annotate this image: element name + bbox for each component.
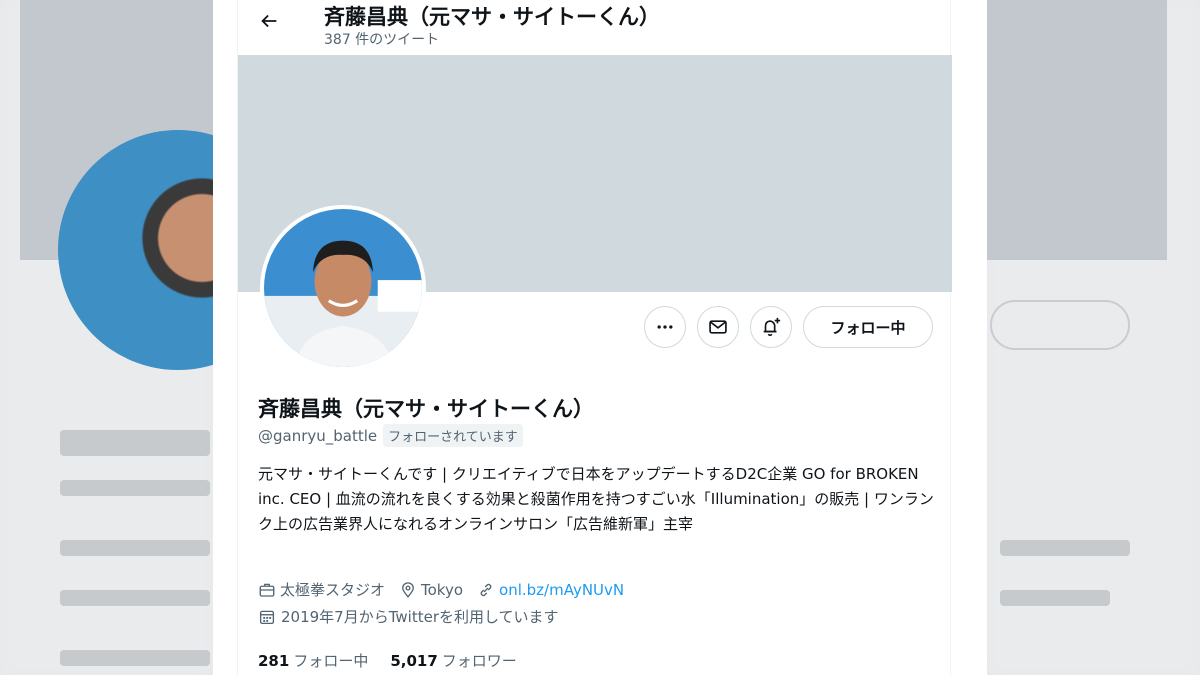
avatar[interactable] (260, 205, 426, 371)
profile-meta: 太極拳スタジオ Tokyo onl.bz/mAyNUvN (258, 579, 624, 600)
following-stat[interactable]: 281 フォロー中 (258, 650, 368, 671)
blurred-text (1000, 540, 1130, 556)
follows-you-badge: フォローされています (383, 424, 523, 447)
joined-date: 2019年7月からTwitterを利用しています (281, 608, 559, 626)
back-arrow-icon[interactable] (258, 10, 280, 32)
mail-icon (709, 320, 727, 334)
location-pin-icon (402, 581, 414, 598)
message-button[interactable] (697, 306, 739, 348)
blurred-text (60, 650, 210, 666)
profile-bio: 元マサ・サイトーくんです | クリエイティブで日本をアップデートするD2C企業 … (258, 465, 934, 533)
blurred-text (60, 430, 210, 456)
location-item: Tokyo (399, 581, 463, 599)
joined-date-row: 2019年7月からTwitterを利用しています (258, 606, 559, 627)
following-button[interactable]: フォロー中 (803, 306, 933, 348)
profile-link[interactable]: onl.bz/mAyNUvN (499, 581, 624, 599)
notification-add-icon (763, 317, 781, 337)
more-button[interactable] (644, 306, 686, 348)
profile-handle: @ganryu_battle (258, 426, 378, 445)
link-icon (480, 583, 492, 596)
profile-header-bar: 斉藤昌典（元マサ・サイトーくん） 387 件のツイート (238, 0, 952, 54)
profile-card: 斉藤昌典（元マサ・サイトーくん） 387 件のツイート フォロー中 斉藤昌典（元… (213, 0, 987, 675)
location-label: Tokyo (421, 580, 464, 599)
blurred-text (60, 540, 210, 556)
work-label: 太極拳スタジオ (280, 581, 386, 599)
handle-row: @ganryu_battle フォローされています (258, 424, 523, 447)
followers-label: フォロワー (441, 652, 517, 670)
profile-name: 斉藤昌典（元マサ・サイトーくん） (258, 397, 594, 421)
url-item[interactable]: onl.bz/mAyNUvN (477, 581, 624, 599)
tweet-count: 387 件のツイート (324, 32, 440, 48)
followers-count: 5,017 (390, 652, 438, 670)
notifications-button[interactable] (750, 306, 792, 348)
header-title: 斉藤昌典（元マサ・サイトーくん） (324, 5, 660, 29)
follow-stats: 281 フォロー中 5,017 フォロワー (258, 650, 517, 671)
work-item: 太極拳スタジオ (258, 579, 385, 600)
blurred-text (1000, 590, 1110, 606)
following-label: フォロー中 (293, 652, 369, 670)
blurred-button (990, 300, 1130, 350)
blurred-banner-right (987, 0, 1167, 260)
profile-column: 斉藤昌典（元マサ・サイトーくん） 387 件のツイート フォロー中 斉藤昌典（元… (237, 0, 952, 675)
avatar-photo (264, 209, 422, 367)
more-icon (657, 325, 673, 329)
calendar-icon (259, 610, 275, 624)
followers-stat[interactable]: 5,017 フォロワー (390, 650, 516, 671)
blurred-text (60, 480, 210, 496)
briefcase-icon (259, 583, 275, 597)
following-count: 281 (258, 652, 290, 670)
blurred-text (60, 590, 210, 606)
